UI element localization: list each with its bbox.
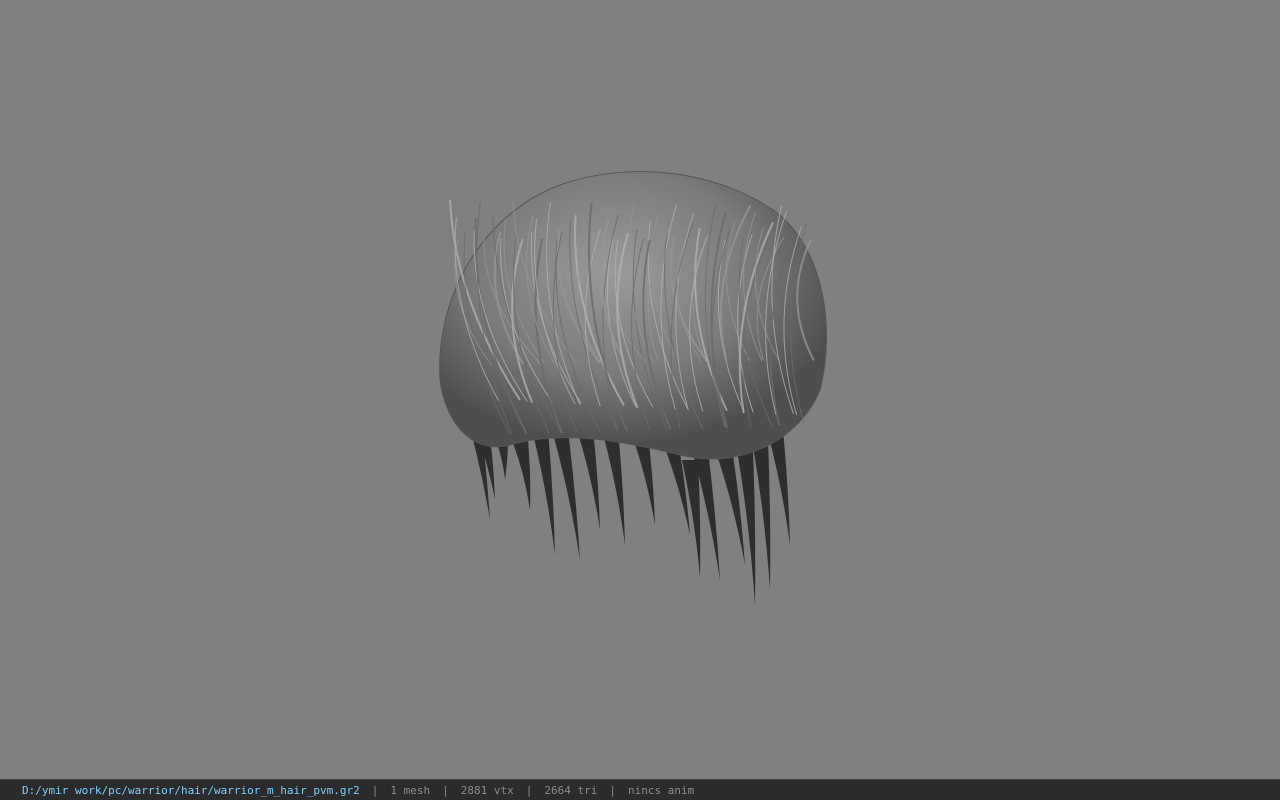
- hair-strand: [602, 430, 625, 545]
- hair-strand: [552, 430, 580, 560]
- hair-cap: [439, 171, 827, 460]
- animation-status: nincs anim: [627, 783, 695, 797]
- hair-strand: [577, 430, 600, 530]
- status-bar: D:/ymir work/pc/warrior/hair/warrior_m_h…: [0, 779, 1280, 800]
- separator: |: [525, 783, 533, 797]
- hair-strand: [682, 460, 701, 578]
- file-path: D:/ymir work/pc/warrior/hair/warrior_m_h…: [22, 783, 360, 797]
- vertex-count: 2881 vtx: [460, 783, 514, 797]
- mesh-count: 1 mesh: [390, 783, 431, 797]
- 3d-viewport[interactable]: [0, 0, 1280, 779]
- separator: |: [609, 783, 616, 797]
- hair-strand: [512, 440, 531, 510]
- separator: |: [371, 783, 379, 797]
- triangle-count: 2664 tri: [544, 783, 598, 797]
- separator: |: [442, 783, 449, 797]
- hair-strand: [532, 430, 555, 555]
- hair-model-render: [439, 171, 827, 605]
- hair-strand: [767, 430, 790, 545]
